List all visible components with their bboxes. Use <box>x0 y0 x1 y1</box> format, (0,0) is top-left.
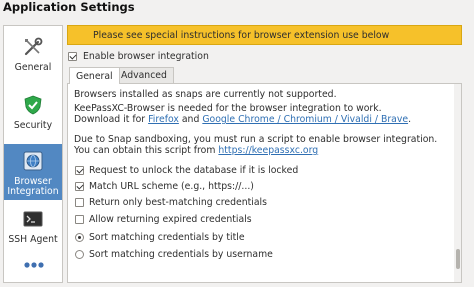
tab-advanced[interactable]: Advanced <box>114 67 174 83</box>
option-best-matching[interactable]: Return only best-matching credentials <box>75 197 267 208</box>
warning-banner: Please see special instructions for brow… <box>67 25 462 45</box>
chromium-link[interactable]: Google Chrome / Chromium / Vivaldi / Bra… <box>202 114 408 125</box>
checkbox[interactable] <box>75 215 84 224</box>
sandbox-line: Due to Snap sandboxing, you must run a s… <box>74 134 438 145</box>
download-line: Download it for Firefox and Google Chrom… <box>74 114 412 125</box>
enable-label: Enable browser integration <box>83 51 209 62</box>
shield-icon <box>24 95 42 115</box>
radio-button[interactable] <box>75 250 84 259</box>
radio-button[interactable] <box>75 233 84 242</box>
snap-notice: Browsers installed as snaps are currentl… <box>74 89 337 100</box>
sidebar-item-label: Browser Integration <box>7 176 59 197</box>
general-tab-panel: Browsers installed as snaps are currentl… <box>67 83 462 283</box>
checkbox[interactable] <box>75 166 84 175</box>
enable-browser-integration-checkbox[interactable]: Enable browser integration <box>68 51 209 62</box>
option-sort-by-username[interactable]: Sort matching credentials by username <box>75 249 273 260</box>
option-unlock-database[interactable]: Request to unlock the database if it is … <box>75 165 298 176</box>
option-expired-credentials[interactable]: Allow returning expired credentials <box>75 214 252 225</box>
more-dots-icon[interactable] <box>24 261 44 269</box>
sidebar-item-general[interactable]: General <box>4 30 62 86</box>
sidebar-item-label: Security <box>13 120 53 131</box>
wrench-screwdriver-icon <box>24 37 43 56</box>
sidebar-item-ssh-agent[interactable]: SSH Agent <box>4 202 62 258</box>
scrollbar-thumb[interactable] <box>456 249 460 269</box>
option-sort-by-title[interactable]: Sort matching credentials by title <box>75 232 245 243</box>
sidebar-item-security[interactable]: Security <box>4 88 62 144</box>
script-line: You can obtain this script from https://… <box>74 145 319 156</box>
sidebar-item-label: General <box>14 62 52 73</box>
checkbox[interactable] <box>75 182 84 191</box>
keepassxc-link[interactable]: https://keepassxc.org <box>218 145 318 156</box>
banner-text: Please see special instructions for brow… <box>93 29 390 41</box>
checkbox[interactable] <box>68 52 77 61</box>
sidebar-item-browser-integration[interactable]: Browser Integration <box>4 144 62 200</box>
option-match-url-scheme[interactable]: Match URL scheme (e.g., https://...) <box>75 181 254 192</box>
needed-line: KeePassXC-Browser is needed for the brow… <box>74 103 382 114</box>
firefox-link[interactable]: Firefox <box>148 114 179 125</box>
sidebar-item-label: SSH Agent <box>8 234 58 245</box>
tab-general[interactable]: General <box>69 67 120 84</box>
terminal-icon <box>23 211 43 227</box>
checkbox[interactable] <box>75 198 84 207</box>
browser-globe-icon <box>23 151 43 171</box>
page-title: Application Settings <box>3 0 135 14</box>
scrollbar[interactable] <box>454 84 461 282</box>
settings-sidebar: General Security Browser Integration SSH… <box>3 25 63 283</box>
